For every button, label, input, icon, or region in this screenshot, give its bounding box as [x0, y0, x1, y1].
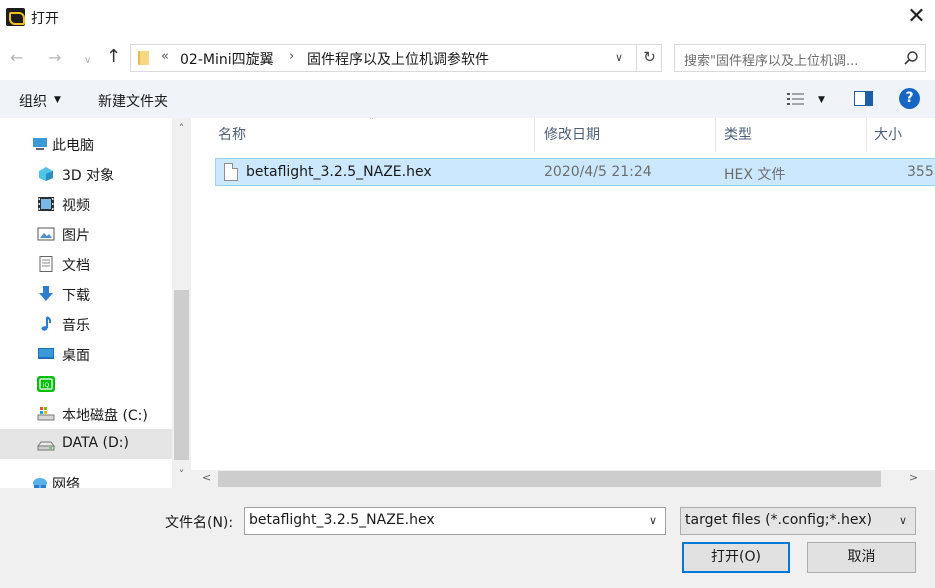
file-list: 名称 ˄ 修改日期 类型 大小 betaflight_3.2.5_NAZE.he… [191, 118, 935, 470]
app-icon [6, 8, 25, 26]
sidebar-scrollbar[interactable]: ˄ ˅ [172, 118, 191, 488]
svg-text:iQ: iQ [43, 382, 50, 389]
column-divider[interactable] [866, 118, 867, 152]
sidebar-item-downloads[interactable]: 下载 [0, 279, 172, 309]
up-button[interactable]: ↑ [106, 47, 121, 67]
dialog-footer: 文件名(N): betaflight_3.2.5_NAZE.hex ∨ targ… [0, 488, 935, 588]
refresh-button[interactable]: ↻ [636, 45, 662, 71]
navigation-pane: 此电脑 3D 对象 视频 图片 文档 下载 音乐 桌面 iQ 本地磁盘 (C:)… [0, 118, 172, 488]
column-divider[interactable] [534, 118, 535, 152]
desktop-icon [38, 348, 54, 359]
sidebar-item-this-pc[interactable]: 此电脑 [0, 129, 172, 159]
table-row[interactable]: betaflight_3.2.5_NAZE.hex 2020/4/5 21:24… [215, 158, 935, 186]
open-button[interactable]: 打开(O) [682, 542, 790, 573]
file-type: HEX 文件 [724, 167, 786, 183]
sidebar-item-label: 网络 [52, 477, 80, 488]
search-icon [904, 51, 918, 65]
horizontal-scrollbar[interactable]: < > [191, 470, 935, 488]
file-name: betaflight_3.2.5_NAZE.hex [246, 164, 432, 180]
sidebar-item-music[interactable]: 音乐 [0, 309, 172, 339]
sidebar-item-pictures[interactable]: 图片 [0, 219, 172, 249]
search-box[interactable]: 搜索"固件程序以及上位机调... [674, 44, 926, 72]
view-options-icon[interactable] [786, 91, 806, 107]
sidebar-item-documents[interactable]: 文档 [0, 249, 172, 279]
window-title: 打开 [31, 11, 59, 27]
column-header-size[interactable]: 大小 [874, 118, 902, 152]
scroll-left-icon[interactable]: < [202, 471, 211, 484]
network-icon [33, 478, 47, 488]
address-dropdown-icon[interactable]: ∨ [615, 51, 623, 64]
filename-value[interactable]: betaflight_3.2.5_NAZE.hex [249, 512, 435, 528]
organize-caret-icon[interactable]: ▼ [54, 95, 61, 105]
new-folder-button[interactable]: 新建文件夹 [98, 91, 168, 111]
sidebar-item-drive-c[interactable]: 本地磁盘 (C:) [0, 399, 172, 429]
view-caret-icon[interactable]: ▼ [818, 95, 825, 105]
sidebar-item-label: 文档 [62, 258, 90, 274]
sidebar-item-label: DATA (D:) [62, 435, 129, 451]
documents-icon [39, 256, 53, 272]
video-icon [38, 197, 54, 211]
breadcrumb-separator[interactable]: › [289, 49, 294, 64]
sidebar-item-desktop[interactable]: 桌面 [0, 339, 172, 369]
cancel-button[interactable]: 取消 [807, 542, 916, 573]
sidebar-item-drive-d[interactable]: DATA (D:) [0, 429, 172, 459]
scroll-down-icon[interactable]: ˅ [172, 468, 191, 481]
sidebar-item-label: 桌面 [62, 348, 90, 364]
breadcrumb-item[interactable]: 02-Mini四旋翼 [180, 49, 274, 69]
address-bar[interactable]: « 02-Mini四旋翼 › 固件程序以及上位机调参软件 ∨ ↻ [130, 44, 662, 72]
command-bar: 组织 ▼ 新建文件夹 ▼ [0, 80, 935, 118]
scroll-up-icon[interactable]: ˄ [172, 122, 191, 135]
search-input[interactable]: 搜索"固件程序以及上位机调... [684, 50, 858, 69]
filename-input[interactable]: betaflight_3.2.5_NAZE.hex ∨ [244, 507, 666, 535]
drive-c-icon [37, 407, 55, 421]
scrollbar-thumb[interactable] [174, 290, 189, 460]
sidebar-item-label: 本地磁盘 (C:) [62, 408, 148, 424]
sidebar-item-label: 此电脑 [52, 138, 94, 154]
scroll-right-icon[interactable]: > [909, 471, 918, 484]
sidebar-item-label: 音乐 [62, 318, 90, 334]
file-size: 355 [907, 164, 934, 180]
file-type-select[interactable]: target files (*.config;*.hex) ∨ [680, 507, 916, 535]
computer-icon [33, 138, 47, 150]
iqiyi-icon: iQ [37, 376, 55, 392]
column-header-name[interactable]: 名称 [218, 118, 246, 152]
sidebar-item-3d-objects[interactable]: 3D 对象 [0, 159, 172, 189]
file-type-value: target files (*.config;*.hex) [685, 512, 872, 528]
file-type-dropdown-icon[interactable]: ∨ [899, 514, 907, 527]
file-modified: 2020/4/5 21:24 [544, 164, 652, 180]
sidebar-item-label: 视频 [62, 198, 90, 214]
drive-d-icon [37, 441, 55, 451]
recent-locations-button[interactable]: ∨ [84, 51, 91, 71]
filename-label: 文件名(N): [165, 515, 234, 531]
column-header-type[interactable]: 类型 [724, 118, 752, 152]
pictures-icon [37, 227, 55, 241]
sort-ascending-icon: ˄ [369, 118, 374, 127]
sidebar-item-label: 图片 [62, 228, 90, 244]
breadcrumb-item[interactable]: 固件程序以及上位机调参软件 [307, 49, 489, 69]
downloads-icon [39, 286, 53, 301]
preview-pane-icon[interactable] [854, 91, 873, 106]
breadcrumb-overflow[interactable]: « [161, 49, 169, 64]
forward-button[interactable]: → [48, 48, 61, 68]
sidebar-item-label: 3D 对象 [62, 168, 115, 184]
help-icon[interactable]: ? [899, 88, 920, 109]
scrollbar-thumb[interactable] [218, 471, 881, 487]
title-bar: 打开 ✕ [0, 0, 935, 36]
back-button[interactable]: ← [10, 48, 23, 68]
close-button[interactable]: ✕ [898, 0, 935, 36]
file-icon [224, 163, 238, 181]
3d-objects-icon [39, 167, 53, 181]
column-header-modified[interactable]: 修改日期 [544, 118, 600, 152]
sidebar-item-videos[interactable]: 视频 [0, 189, 172, 219]
sidebar-item-iqiyi[interactable]: iQ [0, 369, 172, 399]
organize-button[interactable]: 组织 [19, 91, 47, 111]
column-divider[interactable] [715, 118, 716, 152]
sidebar-item-label: 下载 [62, 288, 90, 304]
sidebar-item-network[interactable]: 网络 [0, 468, 172, 488]
filename-dropdown-icon[interactable]: ∨ [649, 514, 657, 527]
folder-icon [138, 51, 149, 65]
music-icon [41, 316, 52, 331]
